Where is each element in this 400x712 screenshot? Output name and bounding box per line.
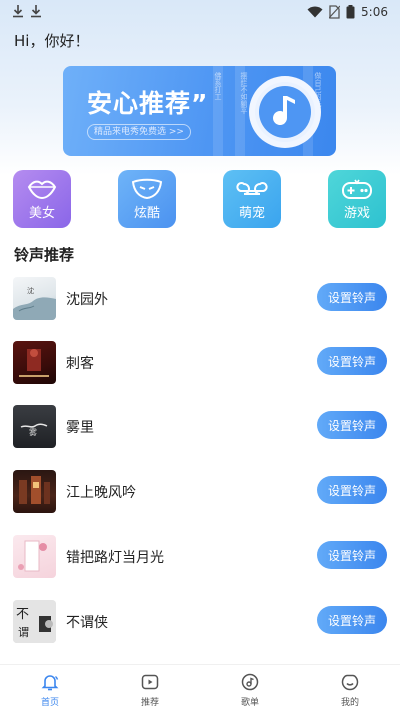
banner-title-text: 安心推荐 bbox=[87, 89, 192, 118]
banner-quote: ” bbox=[191, 89, 209, 118]
set-ringtone-button[interactable]: 设置铃声 bbox=[317, 411, 387, 439]
banner-side-text: 摆烂不如躺平 bbox=[240, 72, 248, 114]
nav-playlist[interactable]: 歌单 bbox=[200, 665, 300, 712]
no-sim-icon bbox=[329, 5, 341, 19]
set-ringtone-button[interactable]: 设置铃声 bbox=[317, 283, 387, 311]
svg-text:谓: 谓 bbox=[18, 626, 29, 639]
nav-label: 首页 bbox=[40, 698, 59, 708]
nav-label: 我的 bbox=[340, 698, 359, 708]
song-row[interactable]: 雾 雾里 设置铃声 bbox=[0, 405, 400, 469]
category-games[interactable]: 游戏 bbox=[328, 170, 386, 228]
lips-icon bbox=[27, 180, 57, 200]
banner-title: 安心推荐” bbox=[87, 84, 208, 120]
bell-icon bbox=[41, 675, 59, 691]
bottom-nav: 首页 推荐 歌单 我的 bbox=[0, 664, 400, 712]
category-label: 炫酷 bbox=[133, 206, 160, 221]
status-time: 5:06 bbox=[361, 5, 388, 19]
music-disc-icon bbox=[249, 76, 321, 148]
song-row[interactable]: 江上晚风吟 设置铃声 bbox=[0, 470, 400, 534]
song-row[interactable]: 不谓 不谓侠 设置铃声 bbox=[0, 600, 400, 664]
set-ringtone-button[interactable]: 设置铃声 bbox=[317, 347, 387, 375]
gamepad-icon bbox=[342, 179, 372, 199]
disc-icon bbox=[241, 673, 259, 691]
section-title: 铃声推荐 bbox=[14, 246, 75, 264]
recommend-banner[interactable]: 佛系打工 摆烂不如躺平 做自己的光 安心推荐” 精品来电秀免费选 >> bbox=[63, 66, 336, 156]
nav-mine[interactable]: 我的 bbox=[300, 665, 400, 712]
song-title: 雾里 bbox=[66, 420, 94, 436]
svg-text:不: 不 bbox=[16, 607, 29, 622]
battery-icon bbox=[346, 5, 355, 19]
greeting-text: Hi，你好！ bbox=[14, 32, 90, 50]
smile-icon bbox=[341, 674, 359, 691]
nav-recommend[interactable]: 推荐 bbox=[100, 665, 200, 712]
banner-subtitle: 精品来电秀免费选 >> bbox=[87, 124, 191, 140]
song-title: 刺客 bbox=[66, 356, 94, 372]
set-ringtone-button[interactable]: 设置铃声 bbox=[317, 606, 387, 634]
song-title: 沈园外 bbox=[66, 292, 108, 308]
banner-side-text: 佛系打工 bbox=[214, 72, 222, 100]
svg-text:沈: 沈 bbox=[27, 286, 34, 295]
category-row: 美女 炫酷 萌宠 游戏 bbox=[0, 170, 400, 230]
song-cover: 不谓 bbox=[13, 600, 56, 643]
song-row[interactable]: 刺客 设置铃声 bbox=[0, 341, 400, 405]
set-ringtone-button[interactable]: 设置铃声 bbox=[317, 476, 387, 504]
song-cover: 沈 bbox=[13, 277, 56, 320]
song-cover: 雾 bbox=[13, 405, 56, 448]
svg-text:雾: 雾 bbox=[29, 428, 37, 437]
nav-label: 推荐 bbox=[140, 698, 159, 708]
category-label: 萌宠 bbox=[238, 206, 265, 221]
wifi-icon bbox=[307, 6, 323, 18]
category-pets[interactable]: 萌宠 bbox=[223, 170, 281, 228]
category-cool[interactable]: 炫酷 bbox=[118, 170, 176, 228]
song-cover bbox=[13, 535, 56, 578]
song-row[interactable]: 沈 沈园外 设置铃声 bbox=[0, 277, 400, 341]
play-icon bbox=[141, 674, 159, 690]
download-icon bbox=[12, 4, 24, 21]
nav-home[interactable]: 首页 bbox=[0, 665, 100, 712]
category-beauty[interactable]: 美女 bbox=[13, 170, 71, 228]
song-cover bbox=[13, 470, 56, 513]
category-label: 游戏 bbox=[343, 206, 370, 221]
song-row[interactable]: 错把路灯当月光 设置铃声 bbox=[0, 535, 400, 599]
set-ringtone-button[interactable]: 设置铃声 bbox=[317, 541, 387, 569]
status-bar: 5:06 bbox=[0, 0, 400, 24]
song-title: 江上晚风吟 bbox=[66, 485, 136, 501]
category-label: 美女 bbox=[28, 206, 55, 221]
nav-label: 歌单 bbox=[240, 698, 259, 708]
download-icon bbox=[30, 4, 42, 21]
song-title: 不谓侠 bbox=[66, 615, 108, 631]
song-title: 错把路灯当月光 bbox=[66, 550, 164, 566]
song-cover bbox=[13, 341, 56, 384]
mask-icon bbox=[131, 178, 163, 200]
bone-icon bbox=[236, 182, 268, 195]
